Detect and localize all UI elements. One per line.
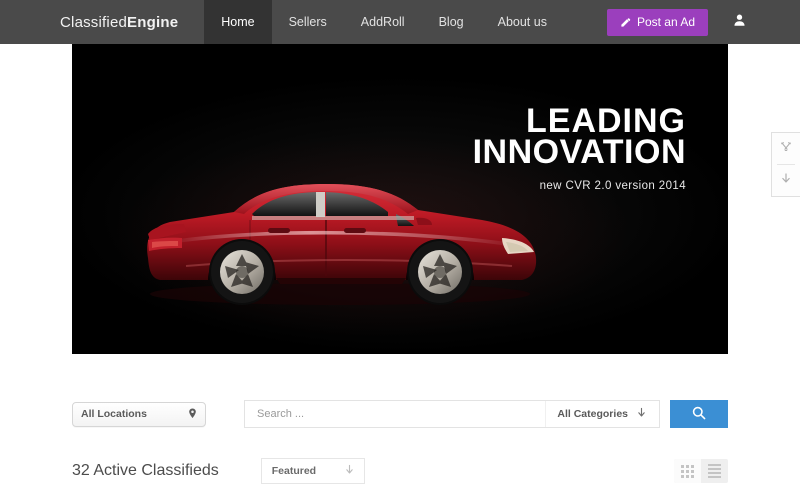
sort-select-label: Featured xyxy=(271,465,317,477)
arrow-down-icon xyxy=(345,464,354,478)
nav-item-sellers[interactable]: Sellers xyxy=(272,0,344,44)
hero-section: LEADING INNOVATION new CVR 2.0 version 2… xyxy=(0,44,800,354)
edit-pencil-icon xyxy=(620,17,631,28)
download-button[interactable] xyxy=(772,165,800,196)
sort-select[interactable]: Featured xyxy=(260,458,365,484)
nav-label: AddRoll xyxy=(360,15,405,29)
floating-side-panel xyxy=(771,132,800,197)
nav-label: Sellers xyxy=(288,15,327,29)
site-logo[interactable]: Classified Engine xyxy=(0,0,204,44)
nav-item-about-us[interactable]: About us xyxy=(481,0,564,44)
map-pin-icon xyxy=(188,408,197,420)
post-an-ad-button[interactable]: Post an Ad xyxy=(606,8,708,36)
download-arrow-icon xyxy=(780,172,792,190)
grid-view-button[interactable] xyxy=(674,459,701,483)
nav-label: Blog xyxy=(438,15,464,29)
nav-item-home[interactable]: Home xyxy=(204,0,272,44)
active-classifieds-count: 32 Active Classifieds xyxy=(72,462,219,479)
tools-icon xyxy=(780,140,792,158)
search-field-group: All Categories xyxy=(244,400,660,428)
hero-title-line-2: INNOVATION xyxy=(472,133,686,172)
hero-car-reflection xyxy=(130,310,550,354)
arrow-down-icon xyxy=(637,407,646,421)
user-icon xyxy=(733,13,746,32)
hero-banner[interactable]: LEADING INNOVATION new CVR 2.0 version 2… xyxy=(72,44,728,354)
category-select-label: All Categories xyxy=(557,408,628,420)
search-input[interactable] xyxy=(245,401,546,427)
nav-item-addroll[interactable]: AddRoll xyxy=(344,0,422,44)
grid-view-icon xyxy=(681,464,694,478)
hero-text-block: LEADING INNOVATION new CVR 2.0 version 2… xyxy=(472,104,686,192)
list-view-button[interactable] xyxy=(701,459,728,483)
location-select[interactable]: All Locations xyxy=(72,401,206,427)
account-button[interactable] xyxy=(730,12,748,32)
post-an-ad-label: Post an Ad xyxy=(636,15,695,29)
nav-label: About us xyxy=(497,15,547,29)
header-actions: Post an Ad xyxy=(606,0,800,44)
location-select-label: All Locations xyxy=(81,408,147,420)
tools-button[interactable] xyxy=(772,133,800,164)
logo-text-second: Engine xyxy=(127,13,179,31)
search-bar: All Locations All Categories xyxy=(0,400,800,428)
list-view-icon xyxy=(708,464,721,478)
results-header: 32 Active Classifieds Featured xyxy=(0,456,800,486)
site-header: Classified Engine Home Sellers AddRoll Bl… xyxy=(0,0,800,44)
search-submit-button[interactable] xyxy=(670,400,728,428)
nav-item-blog[interactable]: Blog xyxy=(422,0,481,44)
logo-text-first: Classified xyxy=(60,13,128,31)
view-mode-toggle xyxy=(674,459,728,483)
hero-subtitle: new CVR 2.0 version 2014 xyxy=(539,179,686,192)
hero-title: LEADING INNOVATION xyxy=(472,104,686,172)
main-navigation: Home Sellers AddRoll Blog About us xyxy=(204,0,564,44)
search-icon xyxy=(692,406,706,423)
category-select[interactable]: All Categories xyxy=(545,401,659,427)
nav-label: Home xyxy=(221,15,255,29)
